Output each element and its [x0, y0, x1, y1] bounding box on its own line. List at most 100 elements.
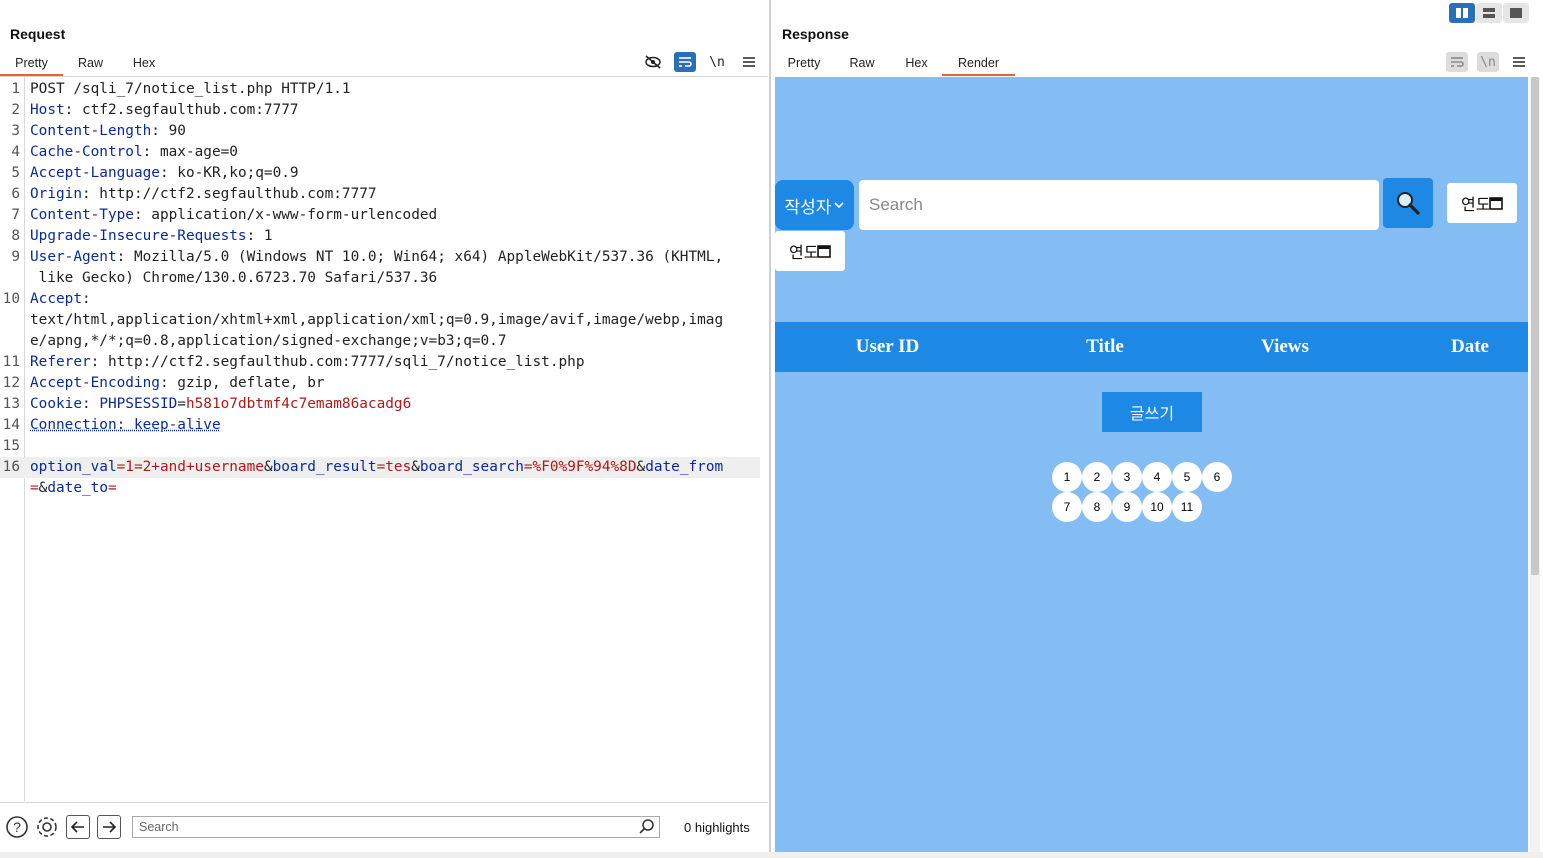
- code-line[interactable]: =&date_to=: [0, 478, 760, 499]
- response-show-newlines-button[interactable]: \n: [1477, 52, 1499, 72]
- code-line[interactable]: like Gecko) Chrome/130.0.6723.70 Safari/…: [0, 268, 760, 289]
- menu-icon: [1513, 57, 1525, 67]
- request-menu-button[interactable]: [738, 52, 760, 72]
- page-link[interactable]: 8: [1082, 492, 1112, 522]
- code-line[interactable]: 7 Content-Type: application/x-www-form-ur…: [0, 205, 760, 226]
- request-tab-raw[interactable]: Raw: [63, 52, 118, 74]
- settings-button[interactable]: [35, 815, 59, 839]
- line-number: 8: [11, 228, 20, 244]
- split-vertical-layout-button[interactable]: [1476, 3, 1502, 23]
- response-tab-pretty[interactable]: Pretty: [775, 52, 833, 74]
- code-token: Connection: keep-alive: [30, 417, 221, 433]
- render-scrollbar-thumb[interactable]: [1531, 77, 1539, 575]
- code-line[interactable]: 16 option_val=1=2+and+username&board_resu…: [0, 457, 760, 478]
- date-from-input[interactable]: 연도: [1447, 183, 1517, 223]
- board-search-input[interactable]: [859, 180, 1379, 230]
- response-tab-render[interactable]: Render: [942, 52, 1015, 76]
- line-number: 7: [11, 207, 20, 223]
- previous-button[interactable]: [66, 815, 90, 839]
- code-token: date_from: [645, 459, 724, 475]
- response-menu-button[interactable]: [1508, 52, 1530, 72]
- hide-nonprintable-button[interactable]: [642, 52, 664, 72]
- chevron-down-icon: [834, 202, 845, 209]
- columns-icon: [1456, 8, 1468, 18]
- code-line[interactable]: e/apng,*/*;q=0.8,application/signed-exch…: [0, 331, 760, 352]
- write-post-button[interactable]: 글쓰기: [1102, 392, 1202, 432]
- split-horizontal-layout-button[interactable]: [1449, 3, 1475, 23]
- code-line[interactable]: 8 Upgrade-Insecure-Requests: 1: [0, 226, 760, 247]
- wrap-icon: [1451, 57, 1464, 67]
- page-link[interactable]: 7: [1052, 492, 1082, 522]
- code-line[interactable]: 14 Connection: keep-alive: [0, 415, 760, 436]
- highlights-count: 0 highlights: [684, 820, 750, 835]
- code-token: : 1: [246, 228, 273, 244]
- board-search-button[interactable]: [1383, 178, 1433, 228]
- line-number: 13: [2, 396, 20, 412]
- next-button[interactable]: [97, 815, 121, 839]
- page-link[interactable]: 10: [1142, 492, 1172, 522]
- code-token: like Gecko) Chrome/130.0.6723.70 Safari/…: [30, 270, 438, 286]
- search-icon: [1397, 192, 1420, 215]
- wrap-lines-button[interactable]: [674, 52, 696, 72]
- line-number: 12: [2, 375, 20, 391]
- response-wrap-lines-button[interactable]: [1446, 52, 1468, 72]
- line-number: 2: [11, 102, 20, 118]
- response-tabs: Pretty Raw Hex Render: [775, 52, 1015, 76]
- code-line[interactable]: 6 Origin: http://ctf2.segfaulthub.com:777…: [0, 184, 760, 205]
- date-to-input[interactable]: 연도: [775, 231, 845, 271]
- page-link[interactable]: 2: [1082, 462, 1112, 492]
- page-link[interactable]: 9: [1112, 492, 1142, 522]
- code-token: =: [108, 480, 117, 496]
- help-button[interactable]: ?: [5, 815, 29, 839]
- page-link[interactable]: 6: [1202, 462, 1232, 492]
- column-header-views: Views: [1261, 336, 1309, 357]
- author-filter-select[interactable]: 작성자: [775, 180, 854, 230]
- code-line[interactable]: 15: [0, 436, 760, 457]
- menu-icon: [743, 57, 755, 67]
- search-icon[interactable]: [638, 818, 656, 836]
- code-line[interactable]: 3 Content-Length: 90: [0, 121, 760, 142]
- code-line[interactable]: 12 Accept-Encoding: gzip, deflate, br: [0, 373, 760, 394]
- date-from-label: 연도: [1461, 195, 1489, 214]
- rows-icon: [1483, 8, 1495, 18]
- request-tab-hex[interactable]: Hex: [118, 52, 170, 74]
- request-pane-title: Request: [10, 26, 66, 42]
- show-newlines-button[interactable]: \n: [706, 52, 728, 72]
- page-link[interactable]: 3: [1112, 462, 1142, 492]
- code-token: PHPSESSID: [99, 396, 178, 412]
- page-link[interactable]: 11: [1172, 492, 1202, 522]
- page-link[interactable]: 1: [1052, 462, 1082, 492]
- layout-toggle-group: [1449, 3, 1530, 23]
- date-to-label: 연도: [789, 243, 817, 262]
- response-tab-raw[interactable]: Raw: [833, 52, 891, 74]
- code-line[interactable]: 1 POST /sqli_7/notice_list.php HTTP/1.1: [0, 79, 760, 100]
- code-token: :: [81, 396, 100, 412]
- code-line[interactable]: text/html,application/xhtml+xml,applicat…: [0, 310, 760, 331]
- code-token: =: [177, 396, 186, 412]
- code-token: : application/x-www-form-urlencoded: [133, 207, 438, 223]
- column-header-date: Date: [1451, 336, 1489, 357]
- code-line[interactable]: 4 Cache-Control: max-age=0: [0, 142, 760, 163]
- code-line[interactable]: 5 Accept-Language: ko-KR,ko;q=0.9: [0, 163, 760, 184]
- page-link[interactable]: 5: [1172, 462, 1202, 492]
- page-link[interactable]: 4: [1142, 462, 1172, 492]
- response-tab-hex[interactable]: Hex: [891, 52, 942, 74]
- code-token: =tes: [376, 459, 412, 475]
- code-line[interactable]: 9 User-Agent: Mozilla/5.0 (Windows NT 10.…: [0, 247, 760, 268]
- code-line[interactable]: 11 Referer: http://ctf2.segfaulthub.com:7…: [0, 352, 760, 373]
- arrow-right-icon: [103, 821, 116, 833]
- pane-splitter[interactable]: [769, 0, 771, 858]
- single-layout-button[interactable]: [1503, 3, 1529, 23]
- request-editor[interactable]: 1 POST /sqli_7/notice_list.php HTTP/1.1 2 H…: [0, 79, 760, 499]
- line-number: 11: [2, 354, 20, 370]
- code-line[interactable]: 10 Accept:: [0, 289, 760, 310]
- code-token: h581o7dbtmf4c7emam86acadg6: [185, 396, 412, 412]
- column-header-title: Title: [1086, 336, 1124, 357]
- request-tab-pretty[interactable]: Pretty: [0, 52, 63, 76]
- code-line[interactable]: 13 Cookie: PHPSESSID=h581o7dbtmf4c7emam86…: [0, 394, 760, 415]
- code-token: =%F0%9F%94%8D: [523, 459, 637, 475]
- code-token: date_to: [47, 480, 108, 496]
- code-line[interactable]: 2 Host: ctf2.segfaulthub.com:7777: [0, 100, 760, 121]
- request-search-input[interactable]: [132, 816, 660, 838]
- code-token: text/html,application/xhtml+xml,applicat…: [30, 312, 724, 328]
